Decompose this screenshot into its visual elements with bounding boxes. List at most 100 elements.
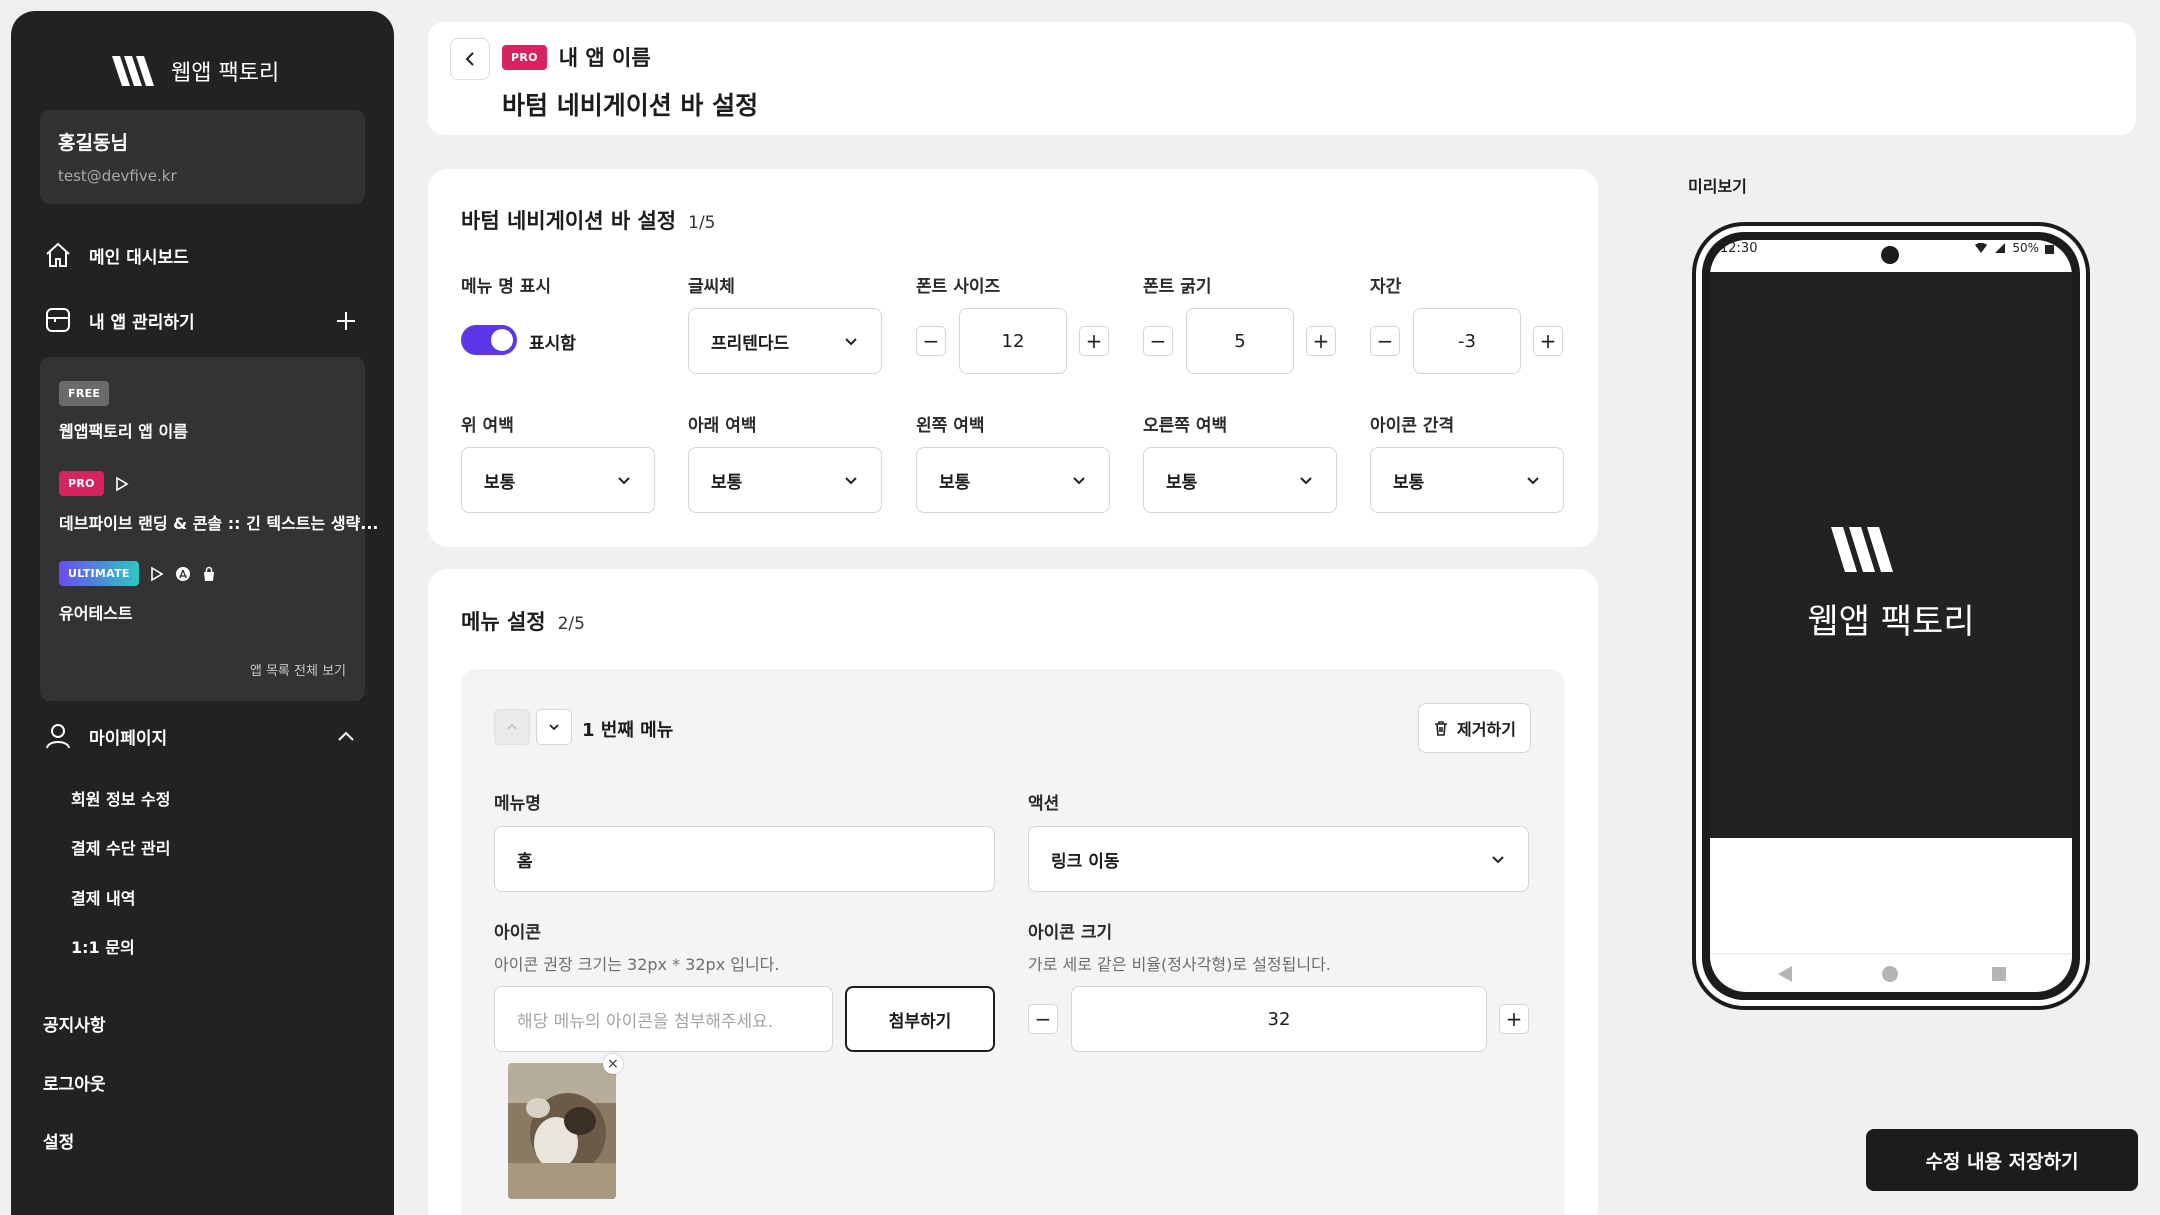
font-weight-increment-button[interactable]: + (1306, 326, 1336, 356)
right-margin-select[interactable]: 보통 (1143, 447, 1337, 513)
chevron-left-icon (465, 52, 474, 66)
trash-icon (1435, 721, 1448, 736)
nav-sub-inquiry[interactable]: 1:1 문의 (71, 934, 135, 958)
show-menu-label: 메뉴 명 표시 (461, 277, 552, 297)
top-margin-select[interactable]: 보통 (461, 447, 655, 513)
app-item[interactable]: ULTIMATE 유어테스트 (59, 561, 217, 624)
remove-thumbnail-close-icon[interactable]: × (603, 1054, 623, 1074)
font-size-decrement-button[interactable]: − (916, 326, 946, 356)
chevron-up-icon[interactable] (334, 725, 358, 749)
top-margin-value: 보통 (484, 472, 516, 493)
brand-logo-icon (112, 56, 154, 86)
app-store-icon (175, 566, 190, 581)
section-step: 2/5 (557, 614, 585, 634)
font-size-label: 폰트 사이즈 (916, 277, 1001, 297)
letter-spacing-decrement-button[interactable]: − (1370, 326, 1400, 356)
left-margin-value: 보통 (939, 472, 971, 493)
app-item[interactable]: PRO 데브파이브 랜딩 & 콘솔 :: 긴 텍스트는 생략... (59, 471, 379, 534)
icon-size-input[interactable]: 32 (1071, 986, 1487, 1052)
nav-settings[interactable]: 설정 (43, 1128, 74, 1153)
font-family-select[interactable]: 프리텐다드 (688, 308, 882, 374)
menu-name-label: 메뉴명 (494, 794, 541, 814)
action-label: 액션 (1028, 794, 1060, 814)
icon-file-input[interactable]: 해당 메뉴의 아이콘을 첨부해주세요. (494, 986, 833, 1052)
chevron-down-icon (1492, 856, 1504, 864)
font-family-value: 프리텐다드 (711, 333, 790, 354)
nav-sub-payment-methods[interactable]: 결제 수단 관리 (71, 835, 170, 859)
icon-size-decrement-button[interactable]: − (1028, 1004, 1058, 1034)
plan-badge: ULTIMATE (59, 561, 139, 586)
letter-spacing-increment-button[interactable]: + (1533, 326, 1563, 356)
icon-size-hint: 아이콘 권장 크기는 32px * 32px 입니다. (494, 955, 780, 974)
nav-my-apps[interactable]: 내 앱 관리하기 (43, 305, 195, 335)
add-app-icon[interactable] (334, 309, 358, 333)
nav-sub-payment-history[interactable]: 결제 내역 (71, 885, 135, 909)
nav-sub-profile[interactable]: 회원 정보 수정 (71, 786, 170, 810)
menu-item-number: 1 번째 메뉴 (582, 720, 674, 741)
chevron-down-icon (845, 477, 857, 485)
cat-photo-image (508, 1063, 616, 1199)
nav-notice[interactable]: 공지사항 (43, 1011, 106, 1036)
signal-icon (1995, 242, 2006, 253)
font-family-label: 글씨체 (688, 277, 735, 297)
right-margin-label: 오른쪽 여백 (1143, 416, 1228, 436)
bottom-margin-select[interactable]: 보통 (688, 447, 882, 513)
brand-name: 웹앱 팩토리 (171, 61, 280, 86)
left-margin-label: 왼쪽 여백 (916, 416, 985, 436)
sidebar: 웹앱 팩토리 홍길동님 test@devfive.kr 메인 대시보드 내 앱 … (11, 11, 394, 1215)
play-store-icon (150, 566, 164, 581)
app-name: 웹앱팩토리 앱 이름 (59, 422, 188, 441)
show-menu-toggle[interactable] (461, 325, 517, 355)
icon-size-desc: 가로 세로 같은 비율(정사각형)로 설정됩니다. (1028, 955, 1331, 974)
user-card[interactable]: 홍길동님 test@devfive.kr (40, 110, 365, 204)
icon-gap-select[interactable]: 보통 (1370, 447, 1564, 513)
icon-label: 아이콘 (494, 923, 541, 943)
section-title-text: 바텀 네비게이션 바 설정 (461, 209, 677, 233)
nav-mypage[interactable]: 마이페이지 (43, 721, 167, 751)
brand-logo[interactable]: 웹앱 팩토리 (111, 55, 279, 87)
font-size-increment-button[interactable]: + (1079, 326, 1109, 356)
font-size-input[interactable]: 12 (959, 308, 1067, 374)
chevron-down-icon (1527, 477, 1539, 485)
section-title-text: 메뉴 설정 (461, 610, 546, 634)
app-name: 유어테스트 (59, 604, 133, 623)
letter-spacing-input[interactable]: -3 (1413, 308, 1521, 374)
nav-logout[interactable]: 로그아웃 (43, 1070, 106, 1095)
bottom-margin-label: 아래 여백 (688, 416, 757, 436)
icon-thumbnail (508, 1063, 616, 1199)
remove-menu-button[interactable]: 제거하기 (1418, 703, 1531, 753)
action-select[interactable]: 링크 이동 (1028, 826, 1529, 892)
page-header: PRO 내 앱 이름 바텀 네비게이션 바 설정 (428, 22, 2136, 135)
section-title: 메뉴 설정 2/5 (461, 606, 585, 636)
nav-dashboard[interactable]: 메인 대시보드 (43, 240, 189, 270)
wifi-icon (1975, 242, 1988, 253)
left-margin-select[interactable]: 보통 (916, 447, 1110, 513)
chevron-down-icon (845, 338, 857, 346)
icon-size-increment-button[interactable]: + (1499, 1004, 1529, 1034)
save-changes-button[interactable]: 수정 내용 저장하기 (1866, 1129, 2138, 1191)
font-weight-input[interactable]: 5 (1186, 308, 1294, 374)
back-button[interactable] (450, 38, 490, 80)
plan-badge: FREE (59, 381, 110, 406)
status-time: 12:30 (1720, 241, 1758, 256)
bottom-nav-settings-card: 바텀 네비게이션 바 설정 1/5 메뉴 명 표시 표시함 글씨체 프리텐다드 … (428, 169, 1598, 547)
shopping-bag-icon (203, 566, 214, 581)
move-down-button[interactable] (536, 709, 572, 745)
bottom-margin-value: 보통 (711, 472, 743, 493)
user-name: 홍길동님 (58, 132, 128, 154)
icon-gap-value: 보통 (1393, 472, 1425, 493)
action-value: 링크 이동 (1051, 851, 1120, 872)
plan-badge: PRO (59, 471, 104, 496)
view-all-apps-link[interactable]: 앱 목록 전체 보기 (250, 660, 346, 679)
preview-label: 미리보기 (1688, 177, 1747, 196)
app-name: 데브파이브 랜딩 & 콘솔 :: 긴 텍스트는 생략... (59, 514, 379, 533)
show-menu-value: 표시함 (529, 334, 576, 354)
font-weight-decrement-button[interactable]: − (1143, 326, 1173, 356)
nav-dashboard-label: 메인 대시보드 (89, 247, 189, 268)
attach-icon-button[interactable]: 첨부하기 (845, 986, 995, 1052)
menu-name-input[interactable]: 홈 (494, 826, 995, 892)
chevron-down-icon (1073, 477, 1085, 485)
app-item[interactable]: FREE 웹앱팩토리 앱 이름 (59, 381, 188, 442)
font-weight-label: 폰트 굵기 (1143, 277, 1212, 297)
move-up-button[interactable] (494, 709, 530, 745)
